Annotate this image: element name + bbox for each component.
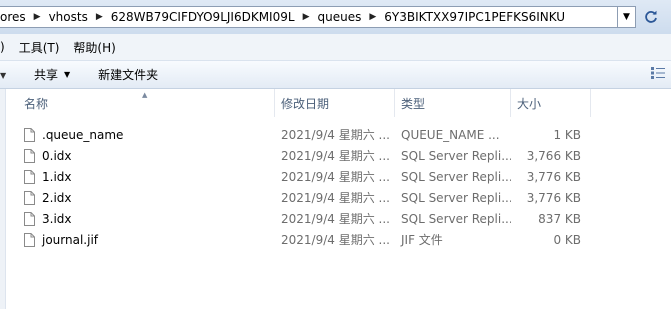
file-size: 3,776 KB	[526, 169, 581, 184]
file-size: 0 KB	[553, 232, 581, 247]
file-date: 2021/9/4 星期六 ...	[281, 233, 390, 247]
file-icon	[24, 148, 35, 163]
file-name: .queue_name	[42, 127, 124, 142]
address-bar-area: ores ▶ vhosts ▶ 628WB79CIFDYO9LJI6DKMI09…	[0, 0, 671, 34]
file-name-cell: journal.jif	[18, 232, 275, 247]
chevron-right-icon[interactable]: ▶	[367, 12, 378, 22]
new-folder-label: 新建文件夹	[98, 68, 159, 82]
column-header-date[interactable]: 修改日期	[275, 89, 395, 117]
column-header-label: 修改日期	[281, 96, 330, 111]
menu-bar: ) 工具(T) 帮助(H)	[0, 34, 671, 61]
address-dropdown-button[interactable]: ▼	[618, 6, 636, 28]
file-size: 3,776 KB	[526, 190, 581, 205]
address-bar[interactable]: ores ▶ vhosts ▶ 628WB79CIFDYO9LJI6DKMI09…	[0, 6, 618, 28]
chevron-down-icon[interactable]: ▼	[0, 71, 6, 80]
refresh-icon	[645, 10, 657, 23]
file-size: 1 KB	[553, 127, 581, 142]
column-header-label: 类型	[401, 96, 426, 111]
breadcrumb-item[interactable]: ores	[0, 10, 32, 24]
file-row[interactable]: 2.idx 2021/9/4 星期六 ... SQL Server Repli.…	[18, 187, 597, 208]
chevron-down-icon: ▼	[64, 70, 71, 79]
breadcrumb-item[interactable]: 628WB79CIFDYO9LJI6DKMI09L	[105, 10, 301, 24]
file-row[interactable]: 1.idx 2021/9/4 星期六 ... SQL Server Repli.…	[18, 166, 597, 187]
file-row[interactable]: 0.idx 2021/9/4 星期六 ... SQL Server Repli.…	[18, 145, 597, 166]
file-icon	[24, 211, 35, 226]
breadcrumb-label: vhosts	[48, 10, 88, 24]
chevron-right-icon[interactable]: ▶	[301, 12, 312, 22]
file-icon	[24, 232, 35, 247]
file-date: 2021/9/4 星期六 ...	[281, 149, 390, 163]
new-folder-button[interactable]: 新建文件夹	[88, 66, 168, 83]
file-type: SQL Server Repli...	[401, 169, 511, 184]
share-label: 共享	[34, 68, 59, 82]
file-name: 3.idx	[42, 211, 72, 226]
change-view-icon[interactable]	[651, 67, 665, 79]
file-name: 1.idx	[42, 169, 72, 184]
file-list-pane: ▲ 名称 修改日期 类型 大小 .queue_name 2021/9/4 星期六…	[0, 89, 671, 309]
file-type: SQL Server Repli...	[401, 211, 511, 226]
column-header-label: 大小	[517, 96, 542, 111]
navigation-pane-edge	[0, 89, 6, 309]
sort-ascending-icon: ▲	[142, 91, 148, 99]
column-header-label: 名称	[24, 96, 49, 111]
column-header-row: ▲ 名称 修改日期 类型 大小	[18, 89, 591, 117]
file-row[interactable]: 3.idx 2021/9/4 星期六 ... SQL Server Repli.…	[18, 208, 597, 229]
file-icon	[24, 190, 35, 205]
file-name: journal.jif	[42, 232, 99, 247]
chevron-right-icon[interactable]: ▶	[94, 12, 105, 22]
file-type: SQL Server Repli...	[401, 148, 511, 163]
refresh-button[interactable]	[640, 6, 662, 28]
breadcrumb-label: 6Y3BIKTXX97IPC1PEFKS6INKU	[384, 10, 566, 24]
file-size: 3,766 KB	[526, 148, 581, 163]
file-size: 837 KB	[538, 211, 581, 226]
column-header-type[interactable]: 类型	[395, 89, 511, 117]
file-name: 0.idx	[42, 148, 72, 163]
menu-item-partial[interactable]: )	[0, 40, 12, 54]
file-date: 2021/9/4 星期六 ...	[281, 170, 390, 184]
file-row[interactable]: .queue_name 2021/9/4 星期六 ... QUEUE_NAME …	[18, 124, 597, 145]
share-button[interactable]: 共享 ▼	[24, 66, 80, 83]
file-name-cell: 0.idx	[18, 148, 275, 163]
file-date: 2021/9/4 星期六 ...	[281, 212, 390, 226]
file-name-cell: 1.idx	[18, 169, 275, 184]
chevron-right-icon[interactable]: ▶	[32, 12, 43, 22]
file-type: QUEUE_NAME ...	[401, 127, 500, 142]
file-icon	[24, 127, 35, 142]
command-toolbar: ▼ 共享 ▼ 新建文件夹	[0, 61, 671, 89]
file-name-cell: 2.idx	[18, 190, 275, 205]
breadcrumb-label: 628WB79CIFDYO9LJI6DKMI09L	[110, 10, 295, 24]
chevron-down-icon: ▼	[623, 12, 630, 22]
file-name-cell: .queue_name	[18, 127, 275, 142]
file-type: SQL Server Repli...	[401, 190, 511, 205]
file-type: JIF 文件	[401, 233, 443, 247]
breadcrumb-label: ores	[0, 10, 26, 24]
file-name: 2.idx	[42, 190, 72, 205]
column-header-size[interactable]: 大小	[511, 89, 591, 117]
breadcrumb-item[interactable]: 6Y3BIKTXX97IPC1PEFKS6INKU	[378, 10, 571, 24]
breadcrumb-label: queues	[317, 10, 362, 24]
file-date: 2021/9/4 星期六 ...	[281, 128, 390, 142]
file-list: .queue_name 2021/9/4 星期六 ... QUEUE_NAME …	[18, 124, 597, 250]
file-date: 2021/9/4 星期六 ...	[281, 191, 390, 205]
column-header-name[interactable]: ▲ 名称	[18, 89, 275, 117]
breadcrumb-item[interactable]: vhosts	[43, 10, 94, 24]
file-icon	[24, 169, 35, 184]
file-row[interactable]: journal.jif 2021/9/4 星期六 ... JIF 文件 0 KB	[18, 229, 597, 250]
menu-item-help[interactable]: 帮助(H)	[66, 39, 122, 56]
menu-item-tools[interactable]: 工具(T)	[12, 39, 67, 56]
file-name-cell: 3.idx	[18, 211, 275, 226]
breadcrumb-item[interactable]: queues	[311, 10, 367, 24]
